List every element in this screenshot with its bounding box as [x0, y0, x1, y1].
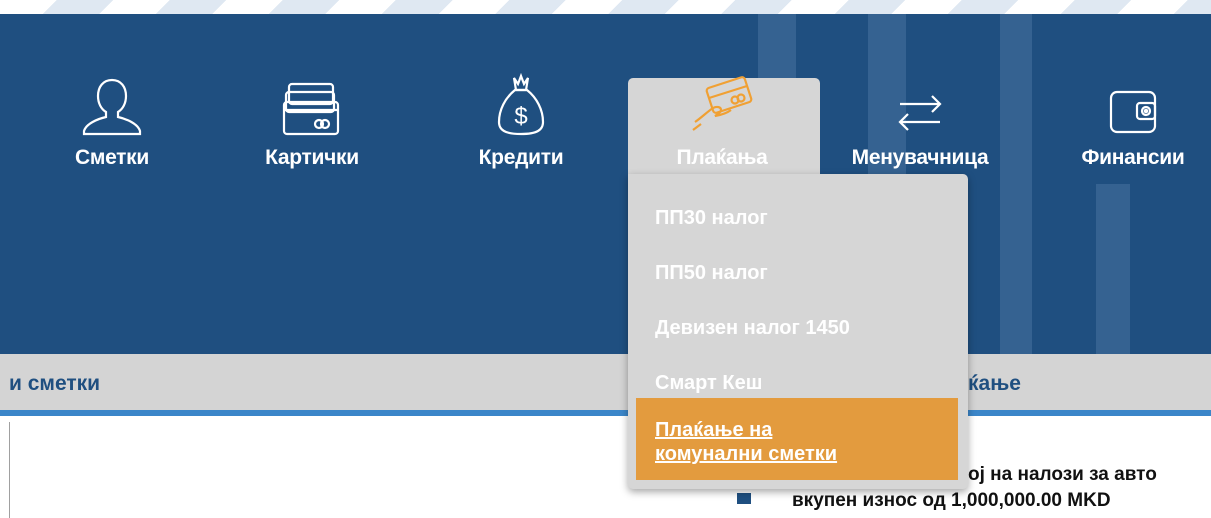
wallet-icon [1107, 76, 1159, 138]
menu-item-foreign-order[interactable]: Девизен налог 1450 [655, 317, 850, 340]
cards-icon [281, 76, 343, 138]
menu-item-pp30[interactable]: ПП30 налог [655, 207, 768, 230]
nav-item-cards[interactable]: Картички [237, 14, 387, 184]
main-navigation: Сметки Картички $ Кредити Плаќања Менува… [0, 14, 1211, 354]
section-title-left: и сметки [9, 372, 101, 395]
decor-bar [1096, 184, 1130, 354]
section-header-bar: и сметки ќање [0, 354, 1211, 416]
nav-item-exchange[interactable]: Менувачница [845, 14, 995, 184]
menu-item-smart-cash[interactable]: Смарт Кеш [655, 372, 762, 395]
nav-label: Плаќања [676, 146, 768, 169]
card-payment-icon [689, 76, 755, 138]
user-icon [80, 76, 144, 138]
exchange-arrows-icon [894, 76, 946, 138]
info-line: вкупен износ од 1,000,000.00 MKD [792, 490, 1111, 511]
nav-item-credits[interactable]: $ Кредити [446, 14, 596, 184]
menu-item-label: комунални сметки [655, 443, 838, 465]
menu-item-pp50[interactable]: ПП50 налог [655, 262, 768, 285]
nav-item-payments[interactable]: Плаќања [647, 14, 797, 184]
nav-item-finance[interactable]: Финансии [1058, 14, 1208, 184]
nav-label: Менувачница [851, 146, 989, 169]
decor-bar [1000, 14, 1032, 354]
top-decor-strip [0, 0, 1211, 14]
section-title-right: ќање [968, 372, 1021, 395]
nav-label: Кредити [478, 146, 564, 169]
nav-label: Сметки [74, 146, 149, 169]
menu-item-utility-payment[interactable]: Плаќање на комунални сметки [636, 398, 958, 480]
nav-label: Финансии [1081, 146, 1185, 169]
content-panel-border [9, 422, 10, 518]
money-bag-icon: $ [496, 72, 546, 138]
svg-text:$: $ [514, 103, 527, 130]
info-line: ој на налози за авто [968, 464, 1157, 485]
bullet-marker [737, 493, 751, 504]
payments-dropdown-menu: ПП30 налог ПП50 налог Девизен налог 1450… [628, 174, 968, 489]
nav-label: Картички [265, 146, 359, 169]
nav-item-accounts[interactable]: Сметки [37, 14, 187, 184]
menu-item-label: Плаќање на [655, 419, 773, 441]
